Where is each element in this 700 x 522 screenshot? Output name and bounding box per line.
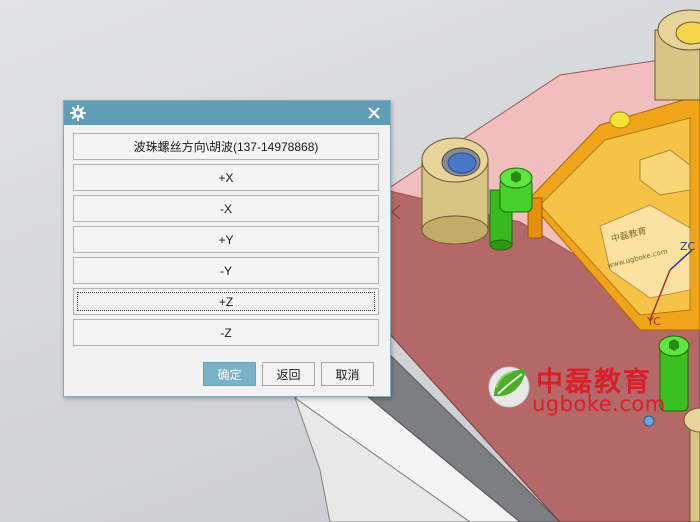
screw-direction-dialog: 波珠螺丝方向\胡波(137-14978868) +X -X +Y -Y +Z -… — [63, 100, 391, 397]
plus-x-button[interactable]: +X — [73, 164, 379, 191]
minus-z-button[interactable]: -Z — [73, 319, 379, 346]
guide-bushing-right — [654, 9, 700, 101]
axis-zc-label: ZC — [680, 240, 696, 253]
watermark: 中磊教育 ugboke.com — [484, 360, 700, 420]
dialog-titlebar[interactable] — [64, 101, 390, 125]
minus-y-button[interactable]: -Y — [73, 257, 379, 284]
minus-x-button[interactable]: -X — [73, 195, 379, 222]
close-icon[interactable] — [365, 104, 383, 122]
ok-button[interactable]: 确定 — [203, 362, 256, 386]
title-info-button[interactable]: 波珠螺丝方向\胡波(137-14978868) — [73, 133, 379, 160]
back-button[interactable]: 返回 — [262, 362, 315, 386]
watermark-url: ugboke.com — [532, 392, 666, 416]
cancel-button[interactable]: 取消 — [321, 362, 374, 386]
gear-icon[interactable] — [69, 104, 87, 122]
plus-z-button[interactable]: +Z — [73, 288, 379, 315]
ejector-pin-top — [609, 111, 631, 129]
plus-y-button[interactable]: +Y — [73, 226, 379, 253]
guide-bushing-left — [421, 137, 489, 245]
leaf-logo-icon — [488, 366, 530, 408]
axis-yc-label: YC — [646, 315, 661, 328]
